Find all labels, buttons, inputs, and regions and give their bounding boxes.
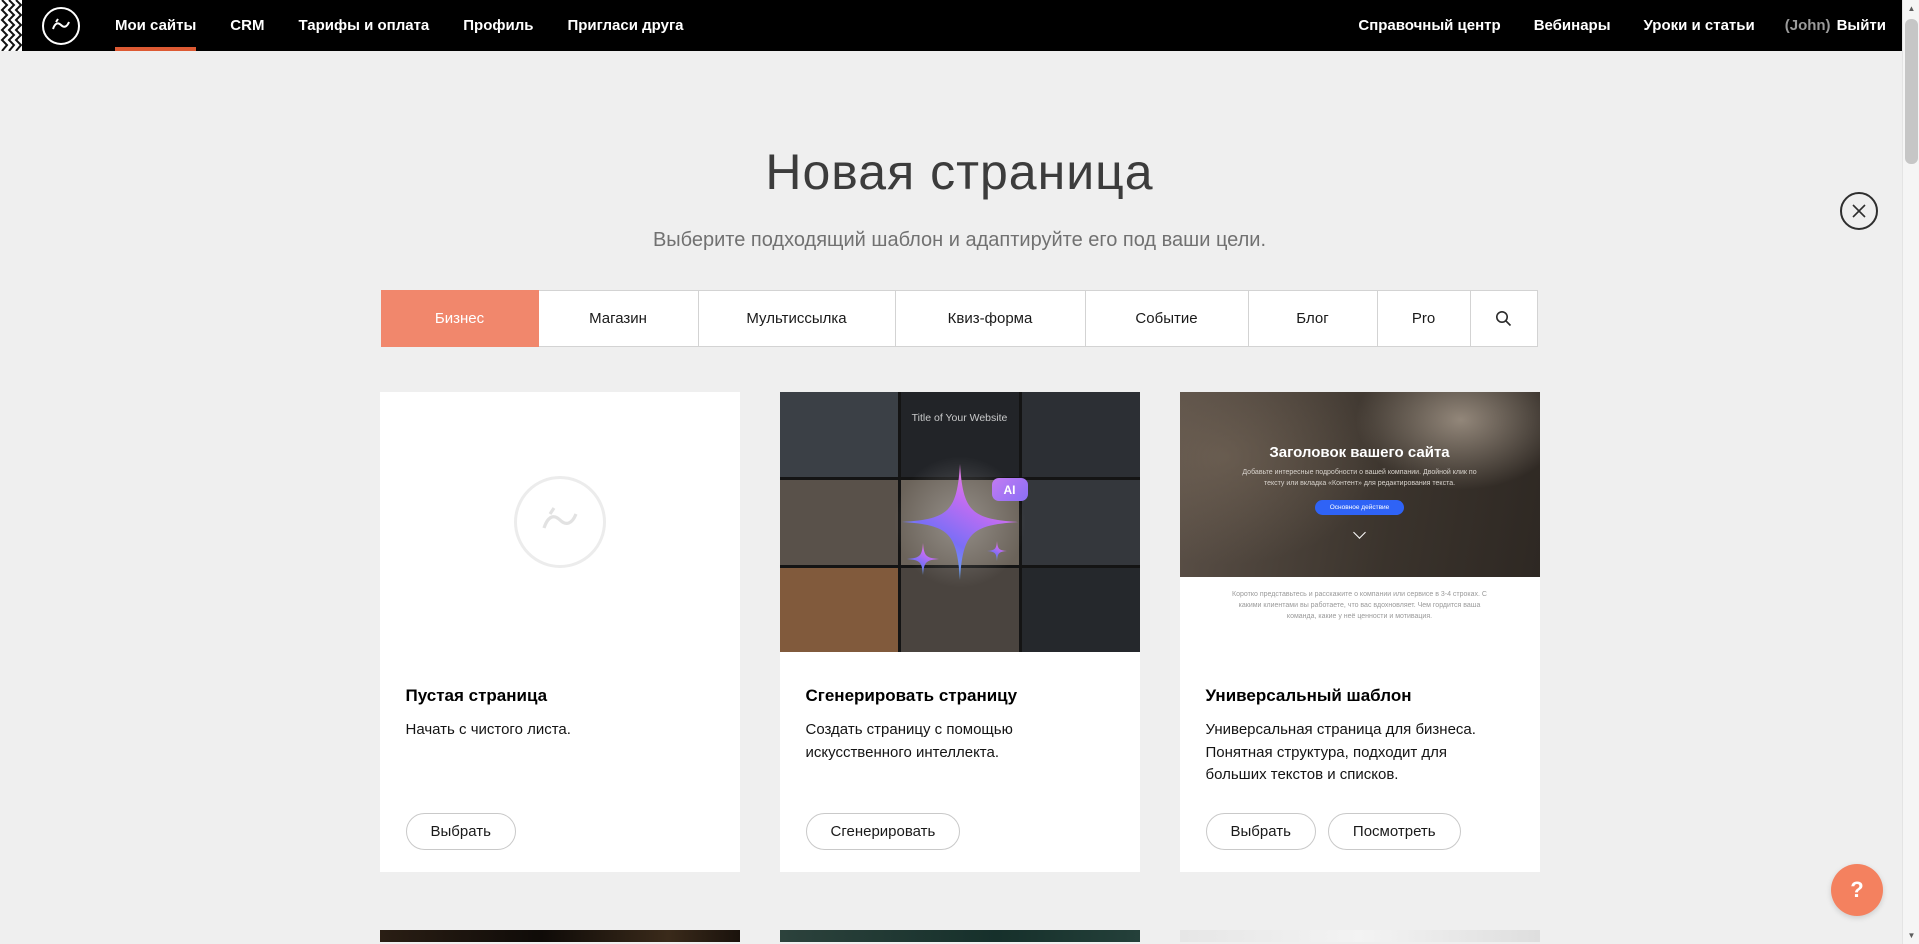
tilda-tilde-icon <box>536 498 584 546</box>
ai-badge: AI <box>992 478 1028 501</box>
card-actions: Выбрать Посмотреть <box>1206 813 1514 850</box>
nav-label: Пригласи друга <box>567 17 683 34</box>
template-category-tabs: Бизнес Магазин Мультиссылка Квиз-форма С… <box>381 290 1539 347</box>
card-description: Универсальная страница для бизнеса. Поня… <box>1206 719 1511 787</box>
nav-label: Профиль <box>463 17 533 34</box>
mosaic-tile <box>780 568 898 652</box>
user-block: (John) Выйти <box>1785 17 1886 34</box>
mosaic-tile <box>1022 568 1140 652</box>
nav-item-lessons[interactable]: Уроки и статьи <box>1644 0 1755 51</box>
template-cards-grid: Пустая страница Начать с чистого листа. … <box>380 392 1540 872</box>
mosaic-tile <box>780 392 898 477</box>
generate-button[interactable]: Сгенерировать <box>806 813 961 850</box>
logout-link[interactable]: Выйти <box>1837 17 1886 34</box>
nav-label: Тарифы и оплата <box>298 17 429 34</box>
scrollbar-thumb[interactable] <box>1905 19 1918 164</box>
tilda-logo-icon <box>49 14 73 38</box>
card-title: Сгенерировать страницу <box>806 686 1114 706</box>
nav-item-crm[interactable]: CRM <box>230 0 264 51</box>
card-content: Универсальный шаблон Универсальная стран… <box>1180 652 1540 872</box>
template-hero-title: Заголовок вашего сайта <box>1269 444 1449 461</box>
close-icon <box>1852 204 1866 218</box>
mosaic-tile <box>780 480 898 565</box>
page-title: Новая страница <box>0 143 1919 201</box>
card-content: Пустая страница Начать с чистого листа. … <box>380 652 740 872</box>
tab-business[interactable]: Бизнес <box>381 290 539 347</box>
universal-template-preview: Заголовок вашего сайта Добавьте интересн… <box>1180 392 1540 652</box>
card-title: Пустая страница <box>406 686 714 706</box>
mosaic-site-title: Title of Your Website <box>780 412 1140 424</box>
tab-shop[interactable]: Магазин <box>538 290 699 347</box>
card-title: Универсальный шаблон <box>1206 686 1514 706</box>
main-nav: Мои сайты CRM Тарифы и оплата Профиль Пр… <box>115 0 718 51</box>
page-scrollbar[interactable]: ▲ ▼ <box>1902 0 1919 944</box>
nav-item-webinars[interactable]: Вебинары <box>1534 0 1611 51</box>
tilda-logo[interactable] <box>42 7 80 45</box>
card-blank-page: Пустая страница Начать с чистого листа. … <box>380 392 740 872</box>
template-hero-button: Основное действие <box>1315 500 1405 515</box>
blank-page-preview <box>380 392 740 652</box>
ai-sparkle-icon <box>885 447 1035 597</box>
ai-preview: Title of Your Website AI <box>780 392 1140 652</box>
nav-item-help-center[interactable]: Справочный центр <box>1358 0 1500 51</box>
card-actions: Сгенерировать <box>806 813 1114 850</box>
mosaic-tile <box>1022 392 1140 477</box>
tab-multilink[interactable]: Мультиссылка <box>698 290 896 347</box>
template-cards-grid-row2 <box>380 930 1540 942</box>
new-page-modal: Новая страница Выберите подходящий шабло… <box>0 143 1919 944</box>
tab-search[interactable] <box>1470 290 1538 347</box>
view-button[interactable]: Посмотреть <box>1328 813 1461 850</box>
nav-item-my-sites[interactable]: Мои сайты <box>115 0 196 51</box>
nav-item-profile[interactable]: Профиль <box>463 0 533 51</box>
nav-label: Справочный центр <box>1358 17 1500 34</box>
tilda-watermark-icon <box>514 476 606 568</box>
tab-pro[interactable]: Pro <box>1377 290 1471 347</box>
card-description: Начать с чистого листа. <box>406 719 711 742</box>
user-name-label: (John) <box>1785 17 1831 34</box>
card-universal-template: Заголовок вашего сайта Добавьте интересн… <box>1180 392 1540 872</box>
page-subtitle: Выберите подходящий шаблон и адаптируйте… <box>0 229 1919 252</box>
card-actions: Выбрать <box>406 813 714 850</box>
help-button[interactable]: ? <box>1831 864 1883 916</box>
zigzag-pattern-icon <box>0 0 22 51</box>
template-body-text: Коротко представьтесь и расскажите о ком… <box>1232 589 1487 652</box>
nav-item-invite-friend[interactable]: Пригласи друга <box>567 0 683 51</box>
tab-event[interactable]: Событие <box>1085 290 1249 347</box>
card-generate-ai: Title of Your Website AI <box>780 392 1140 872</box>
card-content: Сгенерировать страницу Создать страницу … <box>780 652 1140 872</box>
scroll-up-icon[interactable]: ▲ <box>1903 0 1919 17</box>
chevron-down-icon <box>1353 526 1366 539</box>
nav-label: Уроки и статьи <box>1644 17 1755 34</box>
card-preview-partial <box>1180 930 1540 942</box>
template-body-section: Коротко представьтесь и расскажите о ком… <box>1180 577 1540 652</box>
choose-button[interactable]: Выбрать <box>1206 813 1316 850</box>
card-preview-partial <box>380 930 740 942</box>
zigzag-decoration <box>0 0 22 51</box>
template-hero: Заголовок вашего сайта Добавьте интересн… <box>1180 392 1540 577</box>
choose-button[interactable]: Выбрать <box>406 813 516 850</box>
template-hero-subtitle: Добавьте интересные подробности о вашей … <box>1237 468 1482 489</box>
top-header: Мои сайты CRM Тарифы и оплата Профиль Пр… <box>0 0 1919 51</box>
tab-quiz-form[interactable]: Квиз-форма <box>895 290 1086 347</box>
mosaic-tile <box>1022 480 1140 565</box>
card-description: Создать страницу с помощью искусственног… <box>806 719 1111 764</box>
nav-label: Мои сайты <box>115 17 196 34</box>
secondary-nav: Справочный центр Вебинары Уроки и статьи… <box>1325 0 1886 51</box>
nav-label: CRM <box>230 17 264 34</box>
tab-blog[interactable]: Блог <box>1248 290 1378 347</box>
scroll-down-icon[interactable]: ▼ <box>1903 927 1919 944</box>
card-preview-partial <box>780 930 1140 942</box>
close-button[interactable] <box>1840 192 1878 230</box>
nav-label: Вебинары <box>1534 17 1611 34</box>
nav-item-tariffs[interactable]: Тарифы и оплата <box>298 0 429 51</box>
search-icon <box>1495 310 1512 327</box>
